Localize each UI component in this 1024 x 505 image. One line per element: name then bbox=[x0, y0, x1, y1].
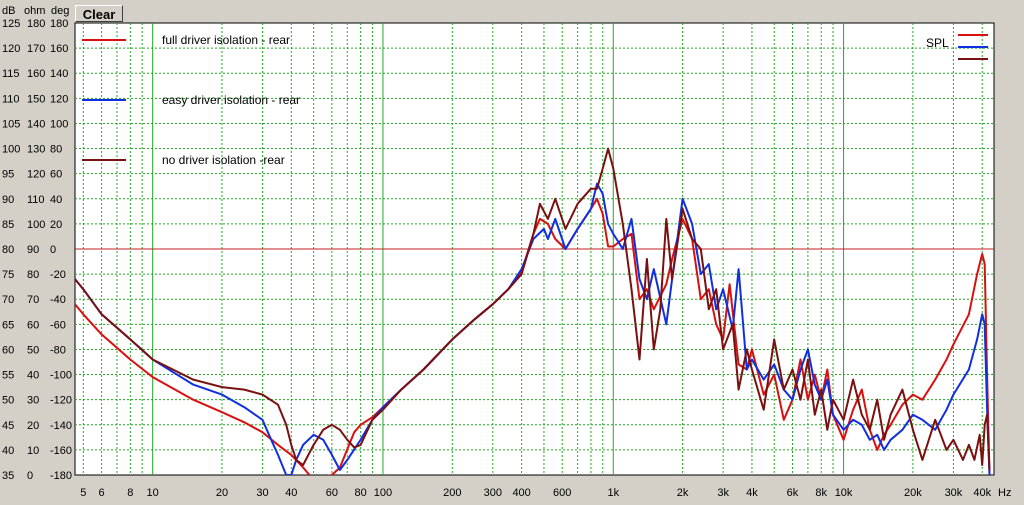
y-label-deg: -60 bbox=[50, 319, 66, 331]
y-label-ohm: 150 bbox=[27, 93, 45, 105]
y-label-ohm: 70 bbox=[27, 294, 39, 306]
y-label-db: 50 bbox=[2, 395, 14, 407]
y-label-db: 85 bbox=[2, 219, 14, 231]
x-axis-unit-label: Hz bbox=[998, 487, 1011, 499]
x-tick-label: 40 bbox=[285, 487, 297, 499]
y-label-db: 120 bbox=[2, 43, 20, 55]
y-label-deg: 140 bbox=[50, 68, 68, 80]
y-header-db: dB bbox=[2, 5, 15, 17]
y-label-db: 100 bbox=[2, 144, 20, 156]
y-label-db: 70 bbox=[2, 294, 14, 306]
y-label-db: 35 bbox=[2, 470, 14, 482]
y-label-deg: 180 bbox=[50, 18, 68, 30]
x-tick-label: 3k bbox=[717, 487, 729, 499]
y-label-ohm: 0 bbox=[27, 470, 33, 482]
y-label-db: 65 bbox=[2, 319, 14, 331]
y-label-db: 75 bbox=[2, 269, 14, 281]
x-tick-label: 1k bbox=[607, 487, 619, 499]
y-label-ohm: 90 bbox=[27, 244, 39, 256]
y-label-ohm: 20 bbox=[27, 420, 39, 432]
x-tick-label: 30 bbox=[256, 487, 268, 499]
x-tick-label: 300 bbox=[484, 487, 502, 499]
x-tick-label: 8 bbox=[127, 487, 133, 499]
x-tick-label: 5 bbox=[80, 487, 86, 499]
y-label-ohm: 10 bbox=[27, 445, 39, 457]
x-tick-label: 8k bbox=[815, 487, 827, 499]
frequency-response-chart: 125 180 180120 170 160115 160 140110 150 120105 1… bbox=[2, 5, 1011, 499]
y-label-deg: -140 bbox=[50, 420, 72, 432]
x-tick-label: 60 bbox=[326, 487, 338, 499]
y-label-deg: -40 bbox=[50, 294, 66, 306]
y-label-db: 115 bbox=[2, 68, 20, 80]
x-tick-label: 10k bbox=[835, 487, 853, 499]
x-tick-label: 30k bbox=[945, 487, 963, 499]
x-tick-label: 10 bbox=[147, 487, 159, 499]
x-tick-label: 200 bbox=[443, 487, 461, 499]
legend-label: full driver isolation - rear bbox=[162, 33, 290, 47]
y-label-deg: 100 bbox=[50, 118, 68, 130]
y-axis-header: dB ohm deg bbox=[2, 5, 69, 17]
y-header-deg: deg bbox=[51, 5, 69, 17]
y-label-deg: -20 bbox=[50, 269, 66, 281]
y-label-db: 105 bbox=[2, 118, 20, 130]
y-label-db: 45 bbox=[2, 420, 14, 432]
legend-label: no driver isolation -rear bbox=[162, 153, 285, 167]
y-label-deg: -160 bbox=[50, 445, 72, 457]
y-label-db: 110 bbox=[2, 93, 20, 105]
y-label-deg: -120 bbox=[50, 395, 72, 407]
y-label-ohm: 60 bbox=[27, 319, 39, 331]
x-tick-label: 400 bbox=[512, 487, 530, 499]
y-label-deg: 40 bbox=[50, 194, 62, 206]
x-axis-labels: 5 6 8 10 20 30 40 60 80 100 200 300 400 600 1k 2k 3k 4k 6k… bbox=[80, 487, 991, 499]
y-label-ohm: 140 bbox=[27, 118, 45, 130]
x-tick-label: 100 bbox=[374, 487, 392, 499]
x-tick-label: 80 bbox=[355, 487, 367, 499]
y-label-db: 60 bbox=[2, 344, 14, 356]
y-label-ohm: 110 bbox=[27, 194, 45, 206]
x-tick-label: 20k bbox=[904, 487, 922, 499]
y-label-db: 55 bbox=[2, 370, 14, 382]
y-label-db: 95 bbox=[2, 169, 14, 181]
y-label-deg: 160 bbox=[50, 43, 68, 55]
x-tick-label: 2k bbox=[677, 487, 689, 499]
y-label-deg: 0 bbox=[50, 244, 56, 256]
x-tick-label: 6k bbox=[787, 487, 799, 499]
x-tick-label: 6 bbox=[99, 487, 105, 499]
y-label-ohm: 50 bbox=[27, 344, 39, 356]
y-label-db: 40 bbox=[2, 445, 14, 457]
clear-button[interactable]: Clear bbox=[75, 5, 123, 22]
series-tag-label: SPL bbox=[926, 36, 949, 50]
y-label-ohm: 170 bbox=[27, 43, 45, 55]
y-label-deg: 20 bbox=[50, 219, 62, 231]
y-label-ohm: 30 bbox=[27, 395, 39, 407]
y-label-db: 80 bbox=[2, 244, 14, 256]
legend-label: easy driver isolation - rear bbox=[162, 93, 300, 107]
y-label-ohm: 100 bbox=[27, 219, 45, 231]
y-label-deg: 120 bbox=[50, 93, 68, 105]
x-tick-label: 4k bbox=[746, 487, 758, 499]
x-tick-label: 40k bbox=[973, 487, 991, 499]
y-label-db: 125 bbox=[2, 18, 20, 30]
y-label-deg: -80 bbox=[50, 344, 66, 356]
y-header-ohm: ohm bbox=[24, 5, 45, 17]
y-label-ohm: 180 bbox=[27, 18, 45, 30]
y-label-ohm: 120 bbox=[27, 169, 45, 181]
y-label-ohm: 160 bbox=[27, 68, 45, 80]
y-label-deg: -180 bbox=[50, 470, 72, 482]
y-label-deg: -100 bbox=[50, 370, 72, 382]
y-label-deg: 80 bbox=[50, 144, 62, 156]
y-label-ohm: 130 bbox=[27, 144, 45, 156]
y-axis-labels: 125 180 180 120 170 160 115 160 140 110 150 120 105 1… bbox=[2, 18, 72, 482]
x-tick-label: 600 bbox=[553, 487, 571, 499]
y-label-deg: 60 bbox=[50, 169, 62, 181]
y-label-db: 90 bbox=[2, 194, 14, 206]
y-label-ohm: 40 bbox=[27, 370, 39, 382]
x-tick-label: 20 bbox=[216, 487, 228, 499]
y-label-ohm: 80 bbox=[27, 269, 39, 281]
